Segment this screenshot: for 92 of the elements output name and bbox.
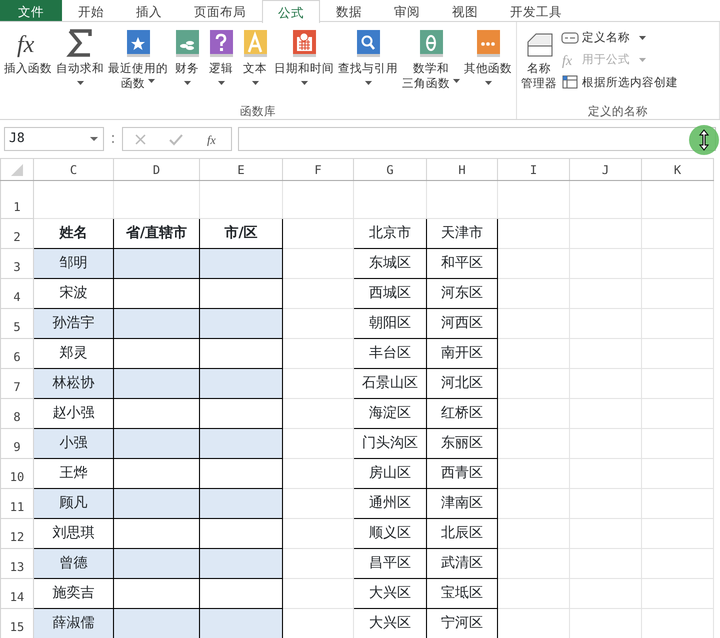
column-header[interactable]: D bbox=[114, 158, 200, 180]
table-cell: 朝阳区 bbox=[354, 308, 426, 338]
function-button[interactable]: fx 插入函数 bbox=[2, 24, 54, 103]
ribbon-small-button[interactable]: 定义名称 bbox=[559, 28, 680, 48]
grip-icon bbox=[110, 132, 116, 146]
fx-icon: fx bbox=[13, 28, 43, 58]
row-header[interactable]: 13 bbox=[0, 548, 34, 578]
table-cell: 石景山区 bbox=[354, 368, 426, 398]
fx-icon: fx bbox=[561, 52, 579, 68]
column-header[interactable]: I bbox=[498, 158, 570, 180]
function-button[interactable]: 财务 bbox=[170, 24, 204, 103]
row-header[interactable]: 2 bbox=[0, 218, 34, 248]
sigma-icon bbox=[65, 28, 95, 58]
function-button[interactable]: 查找与引用 bbox=[336, 24, 400, 103]
row-header[interactable]: 12 bbox=[0, 518, 34, 548]
table-cell: 红桥区 bbox=[426, 398, 498, 428]
check-icon bbox=[169, 132, 184, 146]
group-label: 定义的名称 bbox=[587, 103, 649, 119]
name-manager-button[interactable]: 名称 管理器 bbox=[519, 24, 559, 103]
row-header[interactable]: 14 bbox=[0, 578, 34, 608]
function-button[interactable]: 最近使用的 函数 bbox=[106, 24, 170, 103]
ribbon-tab[interactable]: 视图 bbox=[436, 0, 494, 21]
table-cell: 顺义区 bbox=[354, 518, 426, 548]
table-cell: 和平区 bbox=[426, 248, 498, 278]
table-cell: 西城区 bbox=[354, 278, 426, 308]
function-button[interactable]: 数学和 三角函数 bbox=[400, 24, 462, 103]
table-cell: 宝坻区 bbox=[426, 578, 498, 608]
column-header[interactable]: K bbox=[642, 158, 714, 180]
row-header[interactable]: 4 bbox=[0, 278, 34, 308]
row-header[interactable]: 6 bbox=[0, 338, 34, 368]
ribbon-tab[interactable]: 页面布局 bbox=[178, 0, 262, 21]
caret-icon bbox=[89, 135, 99, 143]
function-button[interactable]: 日期和时间 bbox=[272, 24, 336, 103]
row-header[interactable]: 3 bbox=[0, 248, 34, 278]
ribbon-tab[interactable]: 数据 bbox=[320, 0, 378, 21]
table-cell: 武清区 bbox=[426, 548, 498, 578]
row-header[interactable]: 15 bbox=[0, 608, 34, 638]
table-cell: 邹明 bbox=[34, 248, 114, 278]
row-header[interactable]: 1 bbox=[0, 180, 34, 218]
formula-input[interactable] bbox=[238, 127, 716, 151]
name-box[interactable]: J8 bbox=[4, 127, 104, 151]
table-cell: 孙浩宇 bbox=[34, 308, 114, 338]
table-cell: 天津市 bbox=[426, 218, 498, 248]
table-cell: 顾凡 bbox=[34, 488, 114, 518]
row-header[interactable]: 10 bbox=[0, 458, 34, 488]
table-cell: 河东区 bbox=[426, 278, 498, 308]
row-header[interactable]: 5 bbox=[0, 308, 34, 338]
row-header[interactable]: 8 bbox=[0, 398, 34, 428]
ribbon-tab[interactable]: 插入 bbox=[120, 0, 178, 21]
group-label: 函数库 bbox=[239, 103, 277, 119]
column-header[interactable]: C bbox=[34, 158, 114, 180]
table-cell: 门头沟区 bbox=[354, 428, 426, 458]
table-cell: 昌平区 bbox=[354, 548, 426, 578]
column-header[interactable]: E bbox=[200, 158, 282, 180]
table-cell: 东丽区 bbox=[426, 428, 498, 458]
function-button[interactable]: 文本 bbox=[238, 24, 272, 103]
row-header[interactable]: 11 bbox=[0, 488, 34, 518]
table-cell: 海淀区 bbox=[354, 398, 426, 428]
file-tab[interactable]: 文件 bbox=[0, 0, 62, 21]
table-cell: 通州区 bbox=[354, 488, 426, 518]
table-cell: 丰台区 bbox=[354, 338, 426, 368]
ribbon-tab[interactable]: 审阅 bbox=[378, 0, 436, 21]
ribbon-tab[interactable]: 开始 bbox=[62, 0, 120, 21]
function-button[interactable]: 逻辑 bbox=[204, 24, 238, 103]
table-cell: 南开区 bbox=[426, 338, 498, 368]
cancel-icon bbox=[134, 132, 148, 146]
column-header[interactable]: J bbox=[570, 158, 642, 180]
ribbon-tab[interactable]: 开发工具 bbox=[494, 0, 578, 21]
table-cell: 大兴区 bbox=[354, 578, 426, 608]
table-cell: 北京市 bbox=[354, 218, 426, 248]
table-cell: 北辰区 bbox=[426, 518, 498, 548]
table-cell: 河西区 bbox=[426, 308, 498, 338]
function-button[interactable]: 其他函数 bbox=[462, 24, 514, 103]
column-header[interactable]: H bbox=[426, 158, 498, 180]
table-cell: 薛淑儒 bbox=[34, 608, 114, 638]
ribbon-tab[interactable]: 公式 bbox=[262, 0, 320, 23]
table-cell: 曾德 bbox=[34, 548, 114, 578]
table-cell: 津南区 bbox=[426, 488, 498, 518]
label-icon bbox=[561, 30, 579, 46]
row-header[interactable]: 7 bbox=[0, 368, 34, 398]
table-cell: 林崧协 bbox=[34, 368, 114, 398]
ribbon-small-button[interactable]: 根据所选内容创建 bbox=[559, 72, 680, 92]
function-button[interactable]: 自动求和 bbox=[54, 24, 106, 103]
table-cell: 房山区 bbox=[354, 458, 426, 488]
table-cell: 西青区 bbox=[426, 458, 498, 488]
table-cell: 河北区 bbox=[426, 368, 498, 398]
table-cell: 小强 bbox=[34, 428, 114, 458]
column-header[interactable]: G bbox=[354, 158, 426, 180]
row-header[interactable]: 9 bbox=[0, 428, 34, 458]
column-header[interactable]: F bbox=[282, 158, 354, 180]
table-icon bbox=[561, 74, 579, 90]
table-cell: 东城区 bbox=[354, 248, 426, 278]
